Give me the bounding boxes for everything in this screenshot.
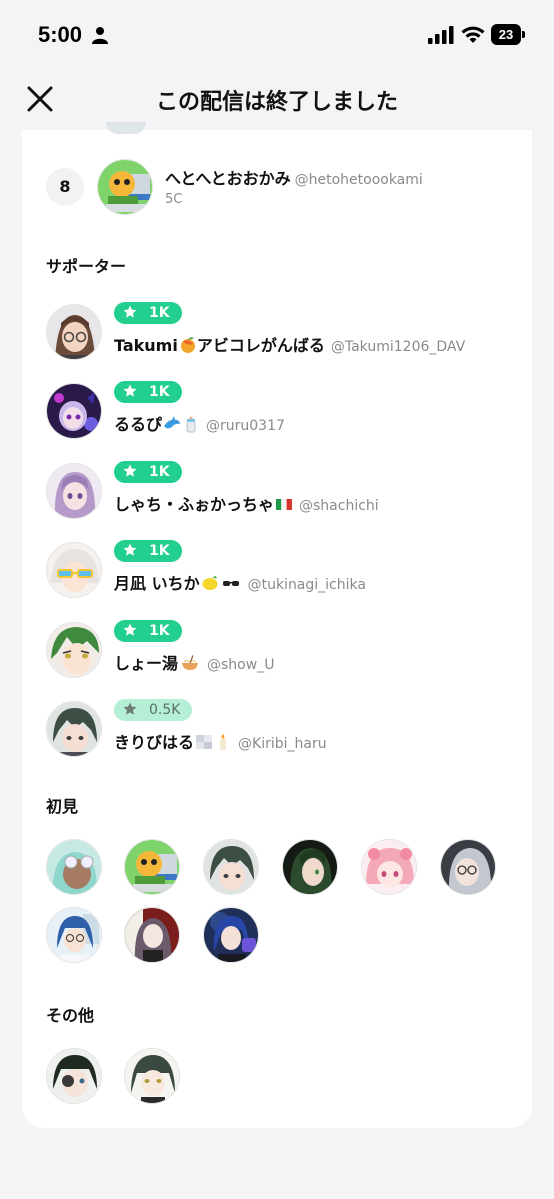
viewer-list-card: 8 へとへとおおかみ @hetohetoookami 5C サポーター 1K Ta… — [22, 122, 532, 1128]
battery-level: 23 — [498, 27, 514, 42]
supporter-name: るるぴ @ruru0317 — [114, 411, 285, 435]
rank-badge: 8 — [46, 168, 84, 206]
supporter-row[interactable]: 1K るるぴ @ruru0317 — [22, 381, 532, 445]
avatar[interactable] — [46, 907, 102, 963]
person-icon — [92, 27, 108, 44]
support-badge: 1K — [114, 381, 182, 403]
noodle-bowl-icon — [182, 655, 199, 670]
page-title: この配信は終了しました — [155, 90, 398, 115]
star-icon — [123, 543, 137, 556]
supporter-name-text: しゃち・ふぉかっちゃ — [114, 495, 275, 514]
wifi-icon — [461, 26, 485, 43]
ranking-row[interactable]: 8 へとへとおおかみ @hetohetoookami 5C — [22, 156, 532, 220]
supporter-handle: @shachichi — [299, 498, 379, 514]
ranking-name: へとへとおおかみ @hetohetoookami — [165, 165, 423, 189]
avatar[interactable] — [282, 839, 338, 895]
supporter-name-suffix: アビコレがんばる — [196, 336, 325, 355]
supporter-row[interactable]: 1K しゃち・ふぉかっちゃ @shachichi — [22, 461, 532, 525]
supporter-row[interactable]: 1K しょー湯 @show_U — [22, 620, 532, 684]
section-title-first-time: 初見 — [46, 797, 79, 816]
avatar[interactable] — [46, 622, 102, 678]
avatar[interactable] — [361, 839, 417, 895]
italy-flag-icon — [276, 499, 292, 510]
avatar[interactable] — [124, 839, 180, 895]
supporter-row[interactable]: 1K 月凪 いちか @tukinagi_ichika — [22, 540, 532, 604]
supporter-handle: @Kiribi_haru — [238, 736, 327, 752]
star-icon — [123, 464, 137, 477]
header: この配信は終了しました — [0, 70, 554, 130]
avatar[interactable] — [46, 839, 102, 895]
avatar — [106, 122, 146, 134]
avatar[interactable] — [46, 304, 102, 360]
avatar[interactable] — [203, 907, 259, 963]
supporter-handle: @ruru0317 — [206, 418, 285, 434]
ranking-name-text: へとへとおおかみ — [165, 169, 291, 188]
sunglasses-icon — [222, 581, 239, 586]
supporter-name-text: しょー湯 — [114, 654, 179, 673]
supporter-name-text: きりびはる — [114, 733, 195, 752]
supporter-name-text: 月凪 いちか — [114, 574, 200, 593]
supporter-name: Takumi アビコレがんばる @Takumi1206_DAV — [114, 332, 465, 356]
candle-icon — [220, 734, 227, 750]
star-icon — [123, 702, 137, 715]
battery-icon: 23 — [491, 24, 525, 45]
supporter-name: しゃち・ふぉかっちゃ @shachichi — [114, 491, 379, 515]
support-badge: 1K — [114, 540, 182, 562]
star-icon — [123, 623, 137, 636]
supporter-handle: @show_U — [207, 657, 275, 673]
support-amount: 1K — [149, 464, 170, 480]
pixelated-emoji-icon — [196, 735, 213, 749]
supporter-handle: @Takumi1206_DAV — [330, 339, 466, 355]
avatar[interactable] — [46, 1048, 102, 1104]
supporter-name: しょー湯 @show_U — [114, 650, 274, 674]
support-amount: 0.5K — [149, 702, 181, 718]
baby-bottle-icon — [186, 416, 196, 433]
supporter-name-text: るるぴ — [114, 415, 163, 434]
support-badge: 1K — [114, 461, 182, 483]
status-bar: 5:00 23 — [0, 0, 554, 70]
support-badge: 1K — [114, 620, 182, 642]
avatar[interactable] — [203, 839, 259, 895]
support-amount: 1K — [149, 384, 170, 400]
supporter-row[interactable]: 0.5K きりびはる @Kiribi_haru — [22, 699, 532, 763]
section-title-others: その他 — [46, 1006, 95, 1025]
ranking-handle: @hetohetoookami — [294, 172, 423, 188]
avatar[interactable] — [97, 159, 153, 215]
support-badge: 0.5K — [114, 699, 193, 721]
supporter-handle: @tukinagi_ichika — [247, 577, 366, 593]
avatar[interactable] — [440, 839, 496, 895]
lemon-icon — [202, 576, 218, 590]
supporter-name: 月凪 いちか @tukinagi_ichika — [114, 570, 366, 594]
avatar[interactable] — [124, 907, 180, 963]
star-icon — [123, 305, 137, 318]
section-title-supporters: サポーター — [46, 257, 127, 276]
support-amount: 1K — [149, 305, 170, 321]
support-badge: 1K — [114, 302, 182, 324]
supporter-row[interactable]: 1K Takumi アビコレがんばる @Takumi1206_DAV — [22, 302, 532, 366]
support-amount: 1K — [149, 623, 170, 639]
mango-icon — [180, 337, 195, 353]
supporter-name-text: Takumi — [114, 336, 178, 355]
avatar[interactable] — [124, 1048, 180, 1104]
avatar[interactable] — [46, 463, 102, 519]
status-time: 5:00 — [38, 22, 83, 47]
supporter-name: きりびはる @Kiribi_haru — [114, 729, 327, 753]
avatar[interactable] — [46, 542, 102, 598]
ranking-sub: 5C — [165, 192, 183, 207]
avatar[interactable] — [46, 701, 102, 757]
dolphin-icon — [164, 416, 181, 429]
signal-icon — [428, 26, 454, 44]
avatar[interactable] — [46, 383, 102, 439]
star-icon — [123, 384, 137, 397]
support-amount: 1K — [149, 543, 170, 559]
